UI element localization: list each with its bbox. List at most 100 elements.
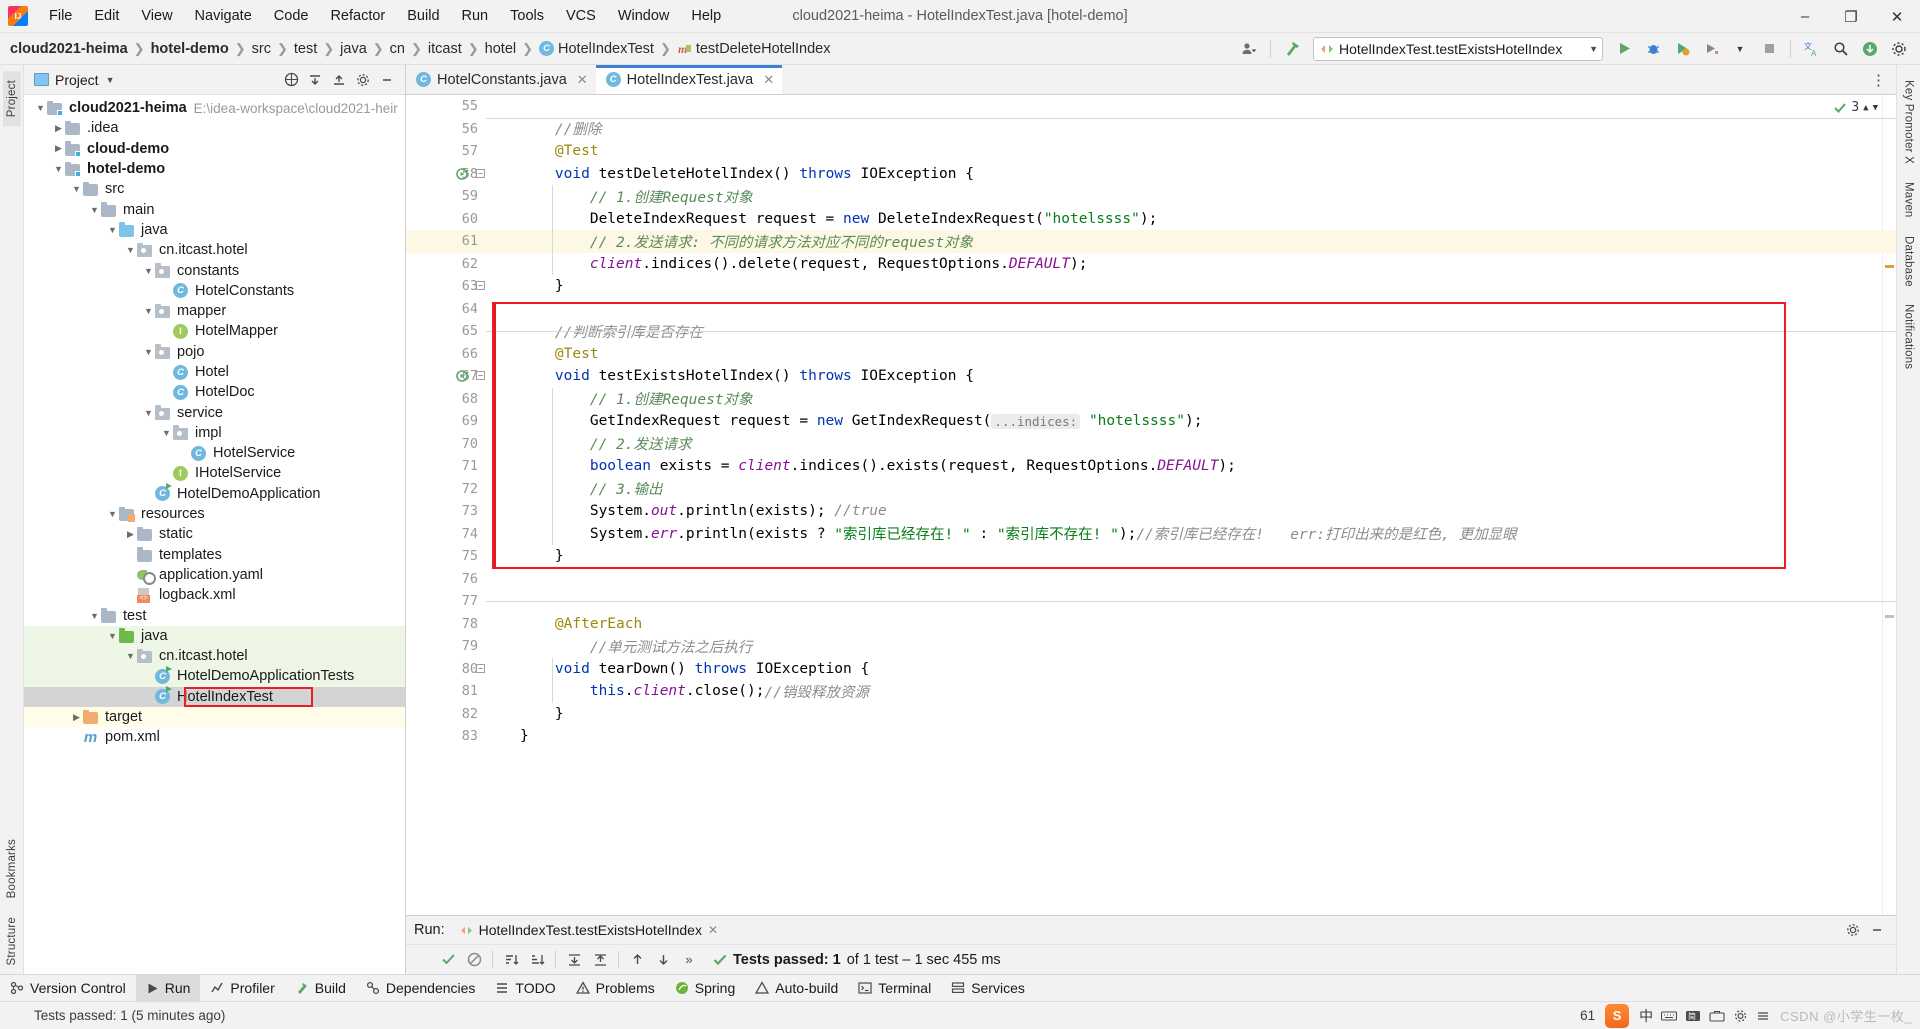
chevron-down-icon[interactable]: ▼ bbox=[142, 347, 155, 357]
gutter-line[interactable]: 57 bbox=[406, 140, 486, 163]
editor-tab-hotelindextest[interactable]: C HotelIndexTest.java ✕ bbox=[595, 65, 783, 94]
gutter-line[interactable]: 64 bbox=[406, 298, 486, 321]
inspection-widget[interactable]: 3 ▲ ▼ bbox=[1833, 100, 1878, 115]
run-window-actions[interactable] bbox=[1842, 919, 1896, 941]
gutter-line[interactable]: 83 bbox=[406, 725, 486, 748]
editor-gutter[interactable]: 55 56 57 −58 59 60 61 62 −63 64 65 66 −67 68 69 70 71 72 7… bbox=[406, 95, 486, 915]
tree-node[interactable]: I IHotelService bbox=[24, 463, 405, 483]
gutter-line[interactable]: 55 bbox=[406, 95, 486, 118]
gutter-line[interactable]: 76 bbox=[406, 568, 486, 591]
minimize-button[interactable]: – bbox=[1782, 0, 1828, 33]
code-line[interactable]: //删除 bbox=[486, 118, 1896, 141]
sogou-ime-icon[interactable]: S bbox=[1605, 1003, 1630, 1028]
chevron-down-icon[interactable]: ▼ bbox=[124, 245, 137, 255]
editor-tab-hotelconstants[interactable]: C HotelConstants.java ✕ bbox=[406, 65, 596, 94]
profile-button[interactable] bbox=[1698, 37, 1724, 61]
gutter-line[interactable]: 69 bbox=[406, 410, 486, 433]
tool-window-bar[interactable]: Version Control Run Profiler Build Depen… bbox=[0, 974, 1920, 1001]
code-line[interactable]: // 2.发送请求: 不同的请求方法对应不同的request对象 bbox=[486, 230, 1896, 253]
rerun-tests-icon[interactable] bbox=[436, 948, 460, 972]
menu-build[interactable]: Build bbox=[396, 2, 450, 30]
tree-node[interactable]: C HotelDemoApplication bbox=[24, 483, 405, 504]
chevron-up-icon[interactable]: ▲ bbox=[1863, 103, 1868, 113]
project-tree[interactable]: ▼ cloud2021-heima E:\idea-workspace\cloud2… bbox=[24, 95, 405, 974]
menu-code[interactable]: Code bbox=[263, 2, 320, 30]
hide-icon[interactable] bbox=[376, 69, 398, 91]
gutter-line[interactable]: 68 bbox=[406, 388, 486, 411]
chevron-down-icon[interactable]: ▼ bbox=[124, 651, 137, 661]
code-line[interactable]: System. err .println(exists ? "索引库已经存在! " … bbox=[486, 523, 1896, 546]
tool-button-auto-build[interactable]: Auto-build bbox=[745, 975, 848, 1001]
menu-vcs[interactable]: VCS bbox=[555, 2, 607, 30]
code-line[interactable]: @AfterEach bbox=[486, 613, 1896, 636]
fold-marker-icon[interactable]: − bbox=[476, 168, 485, 178]
chevron-right-icon[interactable]: ▶ bbox=[70, 712, 83, 723]
code-line[interactable]: //单元测试方法之后执行 bbox=[486, 635, 1896, 658]
run-tab[interactable]: HotelIndexTest.testExistsHotelIndex ✕ bbox=[454, 920, 724, 940]
rail-tab-database[interactable]: Database bbox=[1900, 227, 1918, 296]
menu-run[interactable]: Run bbox=[451, 2, 500, 30]
coverage-button[interactable] bbox=[1669, 37, 1695, 61]
code-line[interactable]: } bbox=[486, 725, 1896, 748]
code-line[interactable]: // 3.输出 bbox=[486, 478, 1896, 501]
gear-icon[interactable] bbox=[1842, 919, 1864, 941]
close-icon[interactable]: ✕ bbox=[708, 923, 718, 937]
tool-button-todo[interactable]: TODO bbox=[485, 975, 565, 1001]
fold-marker-icon[interactable]: − bbox=[476, 663, 485, 673]
tree-node-selected[interactable]: C HotelIndexTest bbox=[24, 686, 405, 707]
code-line[interactable]: @Test bbox=[486, 343, 1896, 366]
fold-marker-icon[interactable]: − bbox=[476, 281, 485, 290]
close-icon[interactable]: ✕ bbox=[763, 72, 774, 88]
editor-tab-bar[interactable]: C HotelConstants.java ✕ C HotelIndexTest… bbox=[406, 65, 1896, 95]
editor-area[interactable]: 55 56 57 −58 59 60 61 62 −63 64 65 66 −67 68 69 70 71 72 7… bbox=[406, 95, 1896, 915]
gutter-line[interactable]: 60 bbox=[406, 208, 486, 231]
breadcrumb-item-src[interactable]: src bbox=[251, 41, 272, 57]
rail-tab-bookmarks[interactable]: Bookmarks bbox=[3, 830, 21, 907]
code-line[interactable] bbox=[486, 95, 1896, 118]
gutter-line[interactable]: 74 bbox=[406, 523, 486, 546]
gutter-line[interactable]: 72 bbox=[406, 478, 486, 501]
code-line[interactable]: // 1.创建Request对象 bbox=[486, 388, 1896, 411]
gutter-line[interactable]: 71 bbox=[406, 455, 486, 478]
breadcrumb-item-class[interactable]: C HotelIndexTest bbox=[538, 41, 655, 57]
editor-tab-more-icon[interactable]: ⋮ bbox=[1861, 65, 1896, 94]
tree-node[interactable]: ▼ java bbox=[24, 220, 405, 240]
code-line[interactable] bbox=[486, 298, 1896, 321]
caret-position[interactable]: 61 bbox=[1580, 1008, 1595, 1023]
gear-icon[interactable] bbox=[352, 69, 374, 91]
right-tool-rail[interactable]: Key Promoter X Maven Database Notificati… bbox=[1896, 65, 1920, 974]
tree-node[interactable]: ▼ main bbox=[24, 199, 405, 219]
chevron-down-icon[interactable]: ▼ bbox=[106, 631, 119, 641]
run-test-gutter-icon[interactable] bbox=[456, 369, 470, 383]
tree-node[interactable]: ▶ cloud-demo bbox=[24, 139, 405, 159]
tree-node[interactable]: ▶ .idea bbox=[24, 118, 405, 138]
input-method-icon[interactable]: 简 bbox=[1685, 1009, 1701, 1023]
status-right[interactable]: 61 S 中 简 CSDN @小学生一枚_ bbox=[1580, 1003, 1920, 1028]
gutter-line[interactable]: −58 bbox=[406, 163, 486, 186]
tree-node[interactable]: ▶ target bbox=[24, 706, 405, 728]
gutter-line[interactable]: 59 bbox=[406, 185, 486, 208]
minimize-icon[interactable] bbox=[1866, 919, 1888, 941]
rail-tab-notifications[interactable]: Notifications bbox=[1900, 295, 1918, 378]
rerun-failed-icon[interactable] bbox=[462, 948, 486, 972]
tool-button-spring[interactable]: Spring bbox=[665, 975, 745, 1001]
chevron-down-icon[interactable]: ▼ bbox=[106, 75, 115, 85]
window-controls[interactable]: – ❐ ✕ bbox=[1782, 0, 1920, 32]
gutter-line[interactable]: 62 bbox=[406, 253, 486, 276]
sort-alphabetically-icon[interactable] bbox=[525, 948, 549, 972]
tool-button-terminal[interactable]: Terminal bbox=[848, 975, 941, 1001]
gear-icon[interactable] bbox=[1733, 1009, 1748, 1023]
rail-tab-key-promoter[interactable]: Key Promoter X bbox=[1900, 71, 1918, 173]
search-icon[interactable] bbox=[1828, 37, 1854, 61]
gutter-line[interactable]: 56 bbox=[406, 118, 486, 141]
gutter-line[interactable]: 82 bbox=[406, 703, 486, 726]
prev-occurrence-icon[interactable] bbox=[625, 948, 649, 972]
code-line[interactable]: this. client .close();//销毁释放资源 bbox=[486, 680, 1896, 703]
code-line[interactable] bbox=[486, 568, 1896, 591]
account-icon[interactable] bbox=[1236, 37, 1262, 61]
ime-language[interactable]: 中 bbox=[1639, 1006, 1653, 1026]
tool-button-profiler[interactable]: Profiler bbox=[200, 975, 284, 1001]
menu-window[interactable]: Window bbox=[607, 2, 681, 30]
tool-button-version-control[interactable]: Version Control bbox=[0, 975, 136, 1001]
menu-view[interactable]: View bbox=[130, 2, 183, 30]
